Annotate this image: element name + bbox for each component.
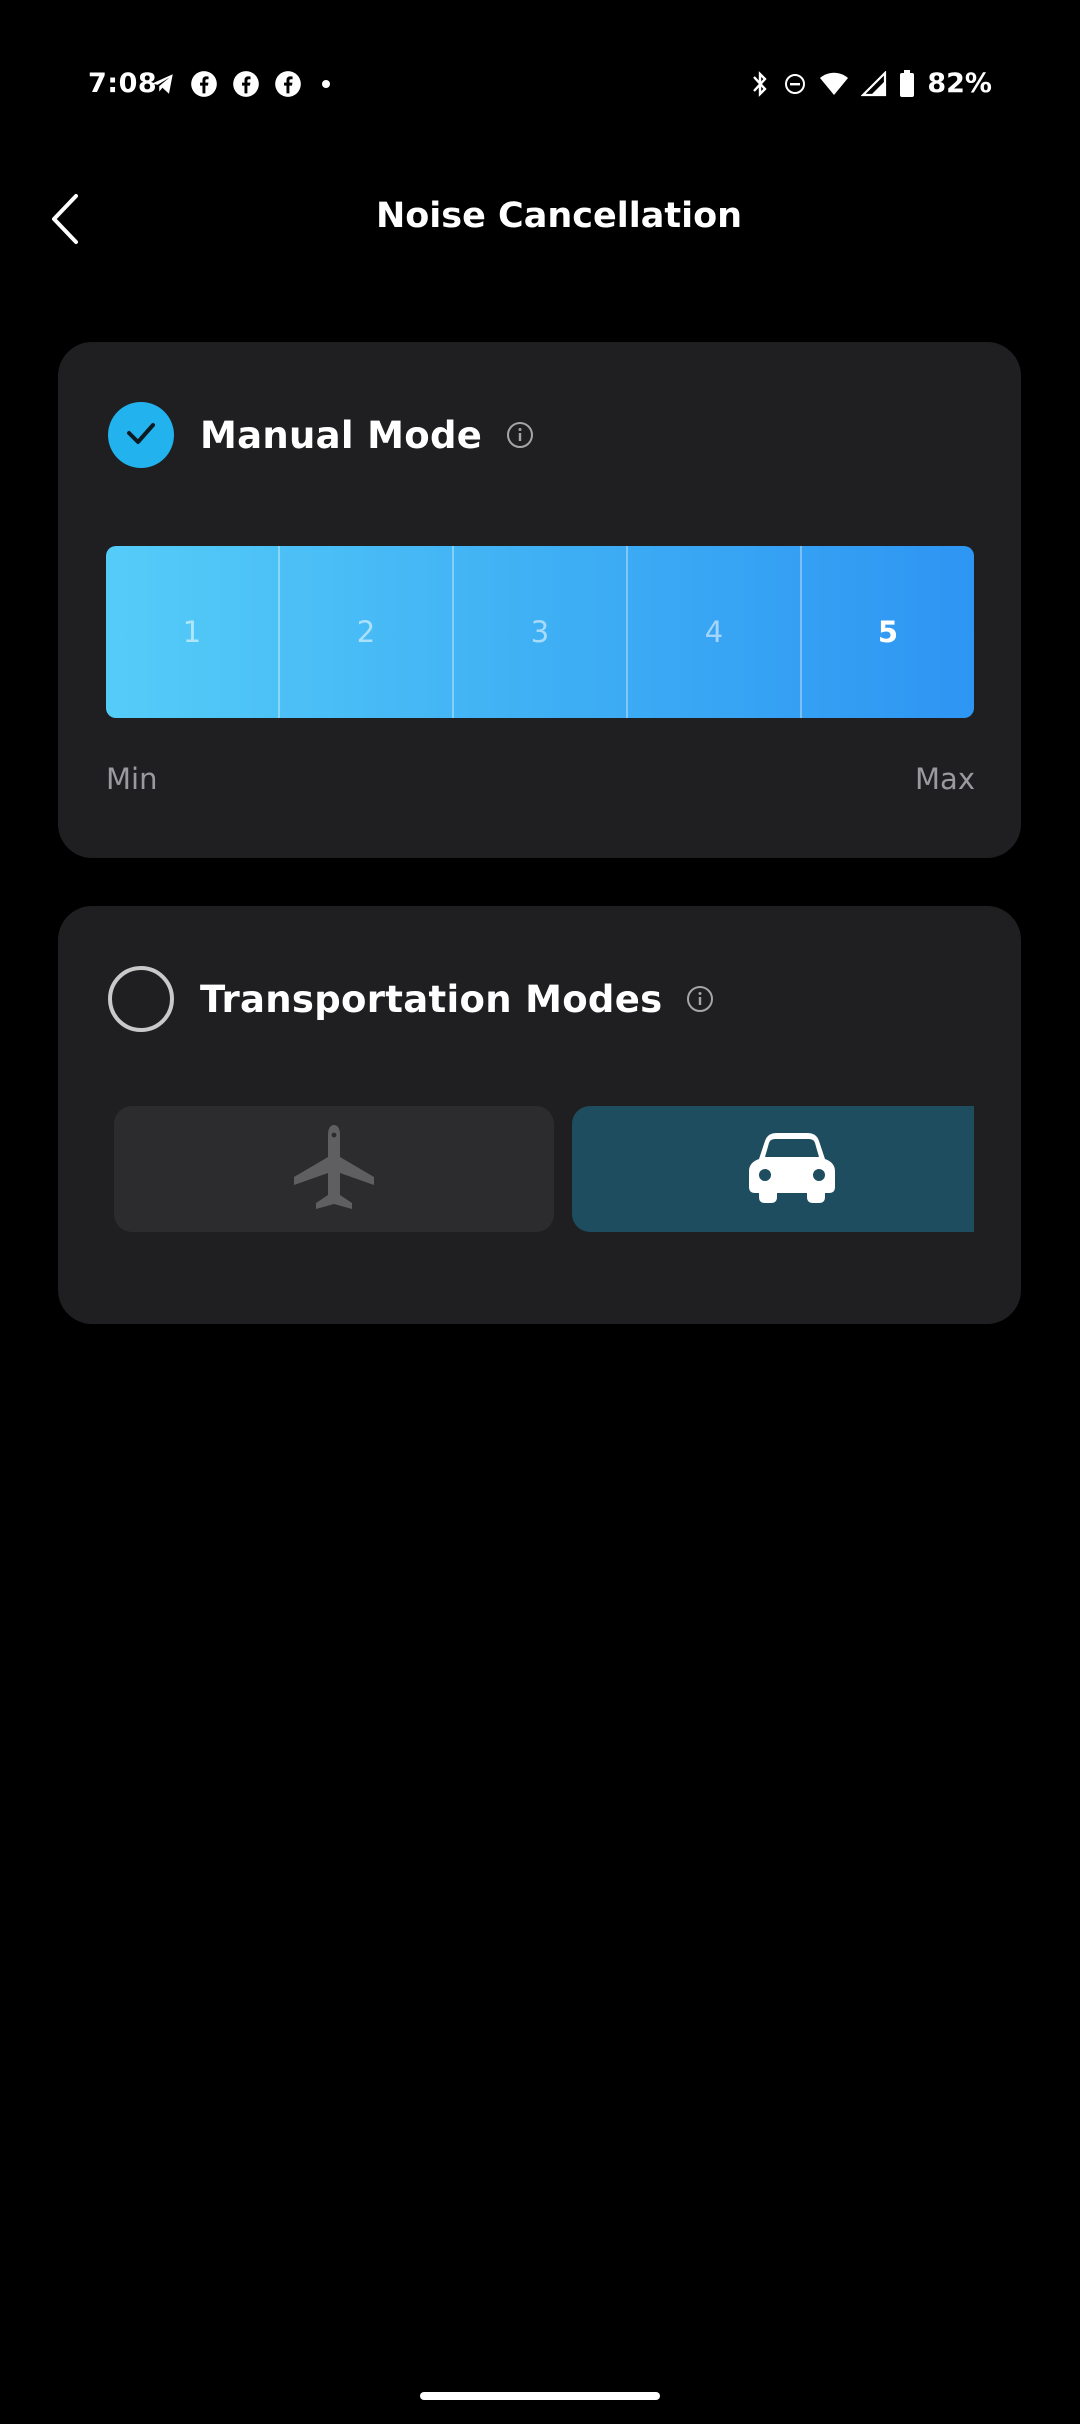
level-3-segment[interactable]: 3 (454, 546, 628, 718)
notification-icons (150, 70, 336, 98)
page-title: Noise Cancellation (375, 196, 743, 236)
home-indicator[interactable] (420, 2392, 660, 2400)
do-not-disturb-icon (783, 72, 807, 96)
noise-level-selector[interactable]: 1 2 3 4 5 (106, 546, 974, 718)
checkmark-icon (121, 413, 161, 457)
manual-mode-card: Manual Mode 1 2 3 4 5 Min Max (58, 342, 1021, 858)
facebook-icon (232, 70, 260, 98)
manual-mode-title: Manual Mode (200, 413, 483, 457)
level-4-segment[interactable]: 4 (628, 546, 802, 718)
car-icon (747, 1131, 837, 1207)
telegram-icon (150, 71, 176, 97)
transportation-modes-header[interactable]: Transportation Modes (108, 966, 714, 1032)
bluetooth-icon (749, 70, 771, 98)
screen: 7:08 82% Noise Cancellation Manual Mode … (0, 0, 1080, 2424)
info-icon[interactable] (686, 985, 714, 1013)
level-2-segment[interactable]: 2 (280, 546, 454, 718)
manual-mode-checkbox[interactable] (108, 402, 174, 468)
status-time: 7:08 (88, 68, 158, 99)
battery-icon (899, 69, 915, 98)
system-icons: 82% (749, 68, 992, 99)
car-mode-tile[interactable] (572, 1106, 974, 1232)
airplane-mode-tile[interactable] (114, 1106, 554, 1232)
dot-icon (316, 74, 336, 94)
cellular-signal-icon (861, 70, 887, 97)
wifi-icon (819, 71, 849, 97)
level-1-segment[interactable]: 1 (106, 546, 280, 718)
transportation-modes-title: Transportation Modes (200, 977, 663, 1021)
airplane-icon (292, 1123, 376, 1215)
min-label: Min (106, 762, 158, 796)
transportation-modes-radio[interactable] (108, 966, 174, 1032)
facebook-icon (274, 70, 302, 98)
transportation-modes-card: Transportation Modes (58, 906, 1021, 1324)
status-bar: 7:08 82% (0, 0, 1080, 120)
transportation-options (114, 1106, 974, 1232)
info-icon[interactable] (506, 421, 534, 449)
facebook-icon (190, 70, 218, 98)
level-5-segment[interactable]: 5 (802, 546, 974, 718)
max-label: Max (915, 762, 975, 796)
manual-mode-header[interactable]: Manual Mode (108, 402, 534, 468)
battery-percentage: 82% (927, 68, 992, 99)
